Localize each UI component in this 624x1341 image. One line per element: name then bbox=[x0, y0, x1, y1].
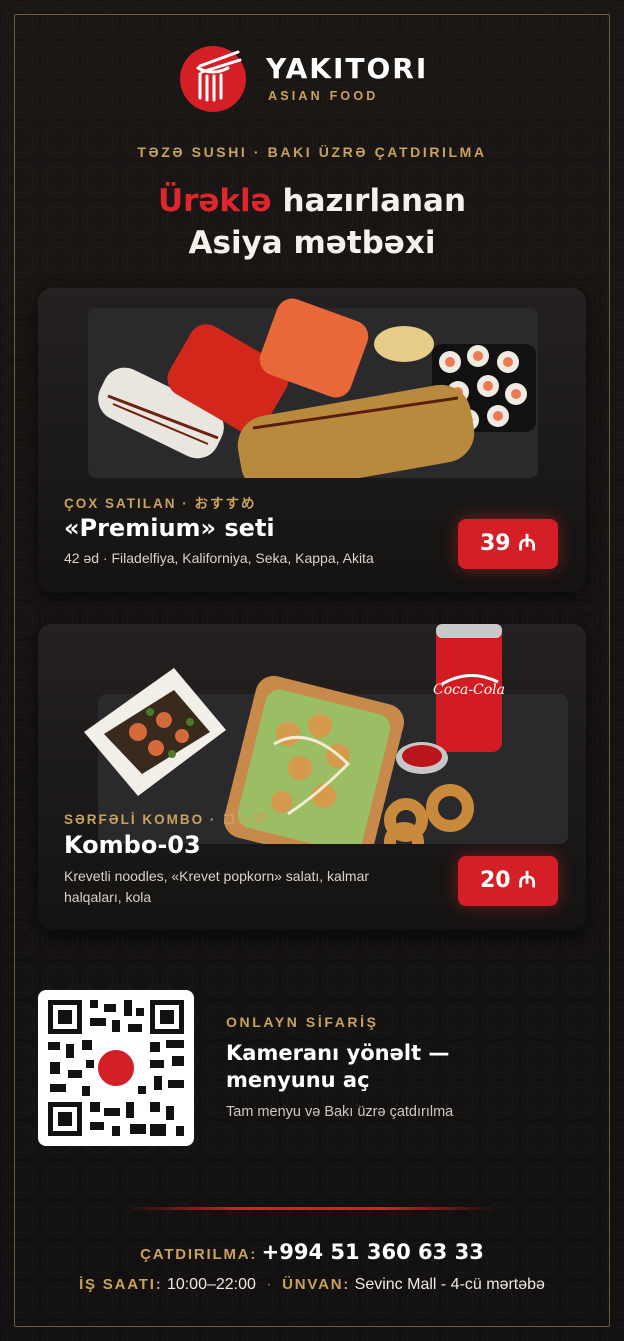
product-kicker: ÇOX SATILAN · おすすめ bbox=[64, 496, 257, 511]
qr-logo-icon bbox=[95, 1047, 137, 1089]
brand-subtitle: ASIAN FOOD bbox=[268, 89, 379, 103]
order-title: Kameranı yönəlt — menyunu aç bbox=[226, 1041, 450, 1092]
product-card-premium[interactable]: ÇOX SATILAN · おすすめ «Premium» seti 42 əd … bbox=[38, 288, 586, 592]
address-label: ÜNVAN: bbox=[282, 1276, 351, 1293]
product-description: 42 əd · Filadelfiya, Kaliforniya, Seka, … bbox=[64, 550, 374, 566]
hero-accent: Ürəklə bbox=[157, 183, 272, 219]
footer-info: İŞ SAATI: 10:00–22:00 · ÜNVAN: Sevinc Ma… bbox=[0, 1276, 624, 1294]
tagline: TƏZƏ SUSHI · BAKI ÜZRƏ ÇATDIRILMA bbox=[137, 144, 487, 160]
product-kicker: SƏRFƏLİ KOMBO · コンボ bbox=[64, 812, 269, 827]
product-description: Krevetli noodles, «Krevet popkorn» salat… bbox=[64, 868, 370, 905]
order-kicker: ONLAYN SİFARİŞ bbox=[226, 1014, 379, 1030]
logo-chopsticks-icon bbox=[180, 46, 246, 112]
phone-link[interactable]: +994 51 360 63 33 bbox=[262, 1240, 484, 1264]
brand-name: YAKITORI bbox=[266, 52, 429, 85]
hero-line1: hazırlanan bbox=[271, 183, 467, 219]
product-title: «Premium» seti bbox=[64, 514, 275, 542]
hero-line2: Asiya mətbəxi bbox=[188, 225, 436, 261]
hours-label: İŞ SAATI: bbox=[79, 1276, 163, 1293]
product-title: Kombo-03 bbox=[64, 831, 201, 859]
divider bbox=[128, 1207, 496, 1210]
hours-value: 10:00–22:00 bbox=[166, 1276, 256, 1293]
sushi-set-image bbox=[88, 298, 538, 478]
price-badge[interactable]: 39 ₼ bbox=[458, 519, 558, 569]
delivery-label: ÇATDIRILMA: bbox=[140, 1246, 258, 1263]
footer-delivery: ÇATDIRILMA: +994 51 360 63 33 bbox=[0, 1240, 624, 1264]
svg-text:Coca-Cola: Coca-Cola bbox=[433, 682, 505, 698]
qr-code[interactable] bbox=[38, 990, 194, 1146]
separator: · bbox=[266, 1276, 272, 1293]
price-badge[interactable]: 20 ₼ bbox=[458, 856, 558, 906]
address-value: Sevinc Mall - 4-cü mərtəbə bbox=[354, 1276, 545, 1293]
hero-heading: Ürəklə hazırlanan Asiya mətbəxi bbox=[0, 180, 624, 264]
order-description: Tam menyu və Bakı üzrə çatdırılma bbox=[226, 1104, 454, 1120]
product-card-kombo[interactable]: Coca-Cola SƏRFƏLİ KOMBO · コンボ Kombo-03 K… bbox=[38, 624, 586, 930]
